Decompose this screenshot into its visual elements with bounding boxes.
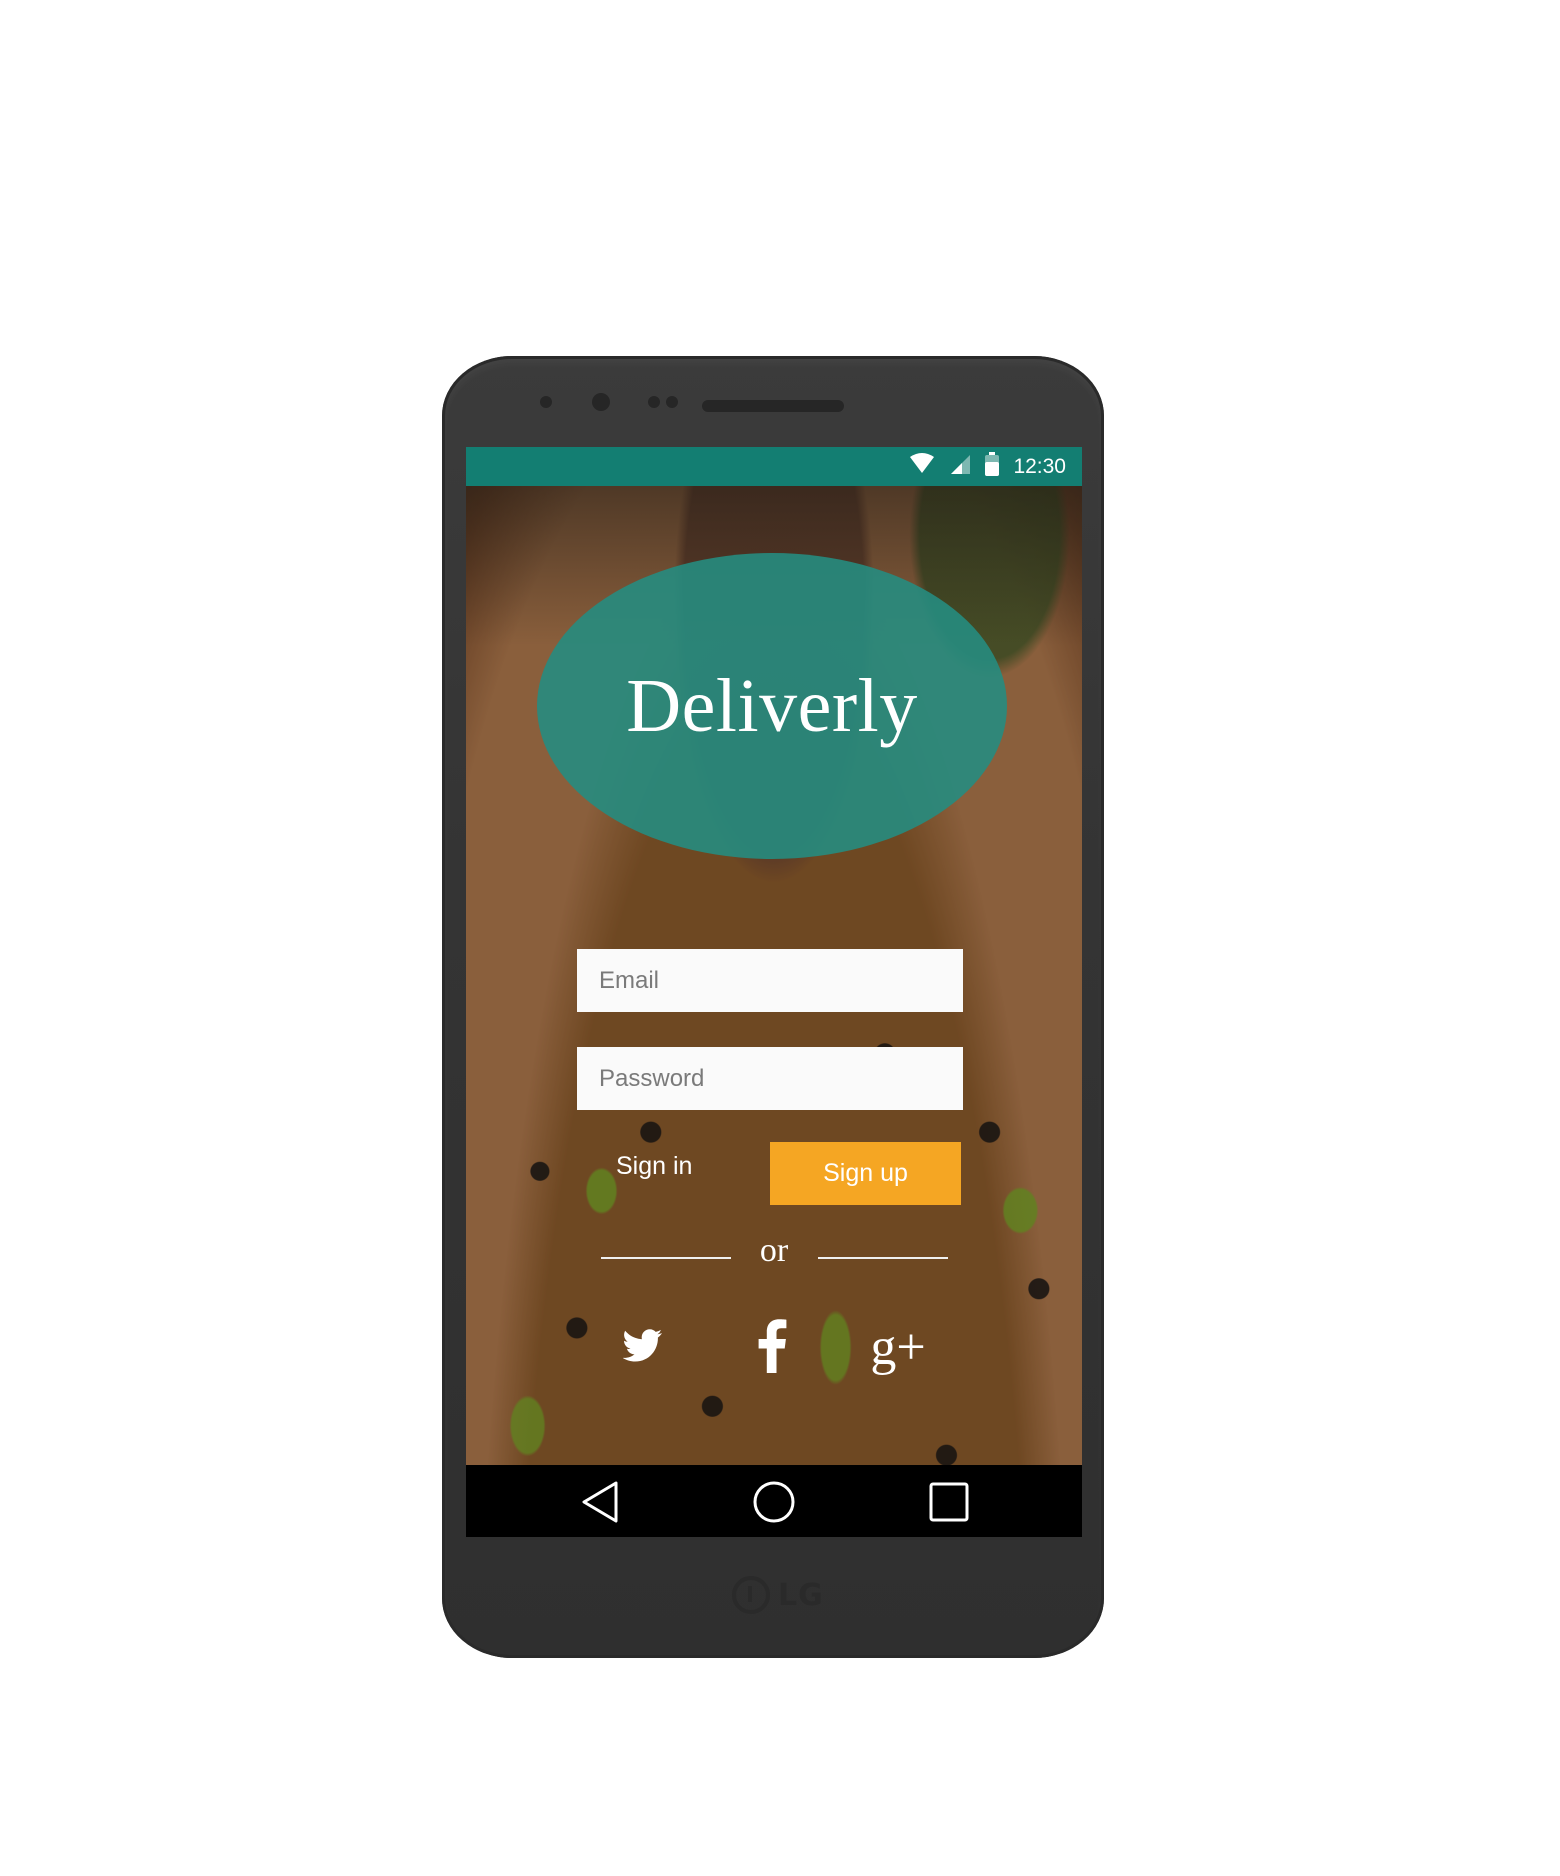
status-bar: 12:30 xyxy=(466,447,1082,486)
brand-logo-icon xyxy=(732,1576,770,1614)
google-plus-icon: g+ xyxy=(870,1319,926,1376)
sensor-dot xyxy=(666,396,678,408)
twitter-icon xyxy=(622,1328,663,1368)
facebook-login-button[interactable] xyxy=(740,1316,804,1380)
screen: 12:30 Deliverly Sign in Sign up or xyxy=(466,447,1082,1537)
front-camera xyxy=(592,393,610,411)
email-input[interactable] xyxy=(577,949,963,1012)
navigation-bar xyxy=(466,1465,1082,1537)
app-logo: Deliverly xyxy=(537,553,1007,859)
login-screen: Deliverly Sign in Sign up or xyxy=(466,486,1082,1465)
battery-icon xyxy=(985,452,1000,481)
recent-apps-button[interactable] xyxy=(926,1479,972,1525)
app-title: Deliverly xyxy=(626,663,918,748)
sensor-dot xyxy=(648,396,660,408)
wifi-icon xyxy=(909,453,935,480)
sign-up-button[interactable]: Sign up xyxy=(770,1142,961,1205)
status-time: 12:30 xyxy=(1013,454,1066,478)
brand-logo: LG xyxy=(732,1576,824,1614)
facebook-icon xyxy=(757,1318,787,1378)
back-button[interactable] xyxy=(578,1479,624,1525)
sign-in-button[interactable]: Sign in xyxy=(616,1146,732,1186)
twitter-login-button[interactable] xyxy=(611,1316,675,1380)
divider-line-left xyxy=(601,1257,731,1259)
divider-or-text: or xyxy=(759,1232,789,1269)
stage: LG 12:30 Deliverly Email Sign in Sign up… xyxy=(0,0,1560,1876)
recent-apps-icon xyxy=(926,1482,972,1529)
home-button[interactable] xyxy=(751,1479,797,1525)
cellular-signal-icon xyxy=(949,453,971,480)
divider-line-right xyxy=(818,1257,948,1259)
sensor-dot xyxy=(540,396,552,408)
brand-logo-text: LG xyxy=(778,1577,824,1613)
back-icon xyxy=(578,1481,624,1529)
password-input[interactable] xyxy=(577,1047,963,1110)
earpiece-speaker xyxy=(702,400,844,412)
google-plus-login-button[interactable]: g+ xyxy=(866,1316,930,1380)
home-icon xyxy=(751,1481,797,1529)
